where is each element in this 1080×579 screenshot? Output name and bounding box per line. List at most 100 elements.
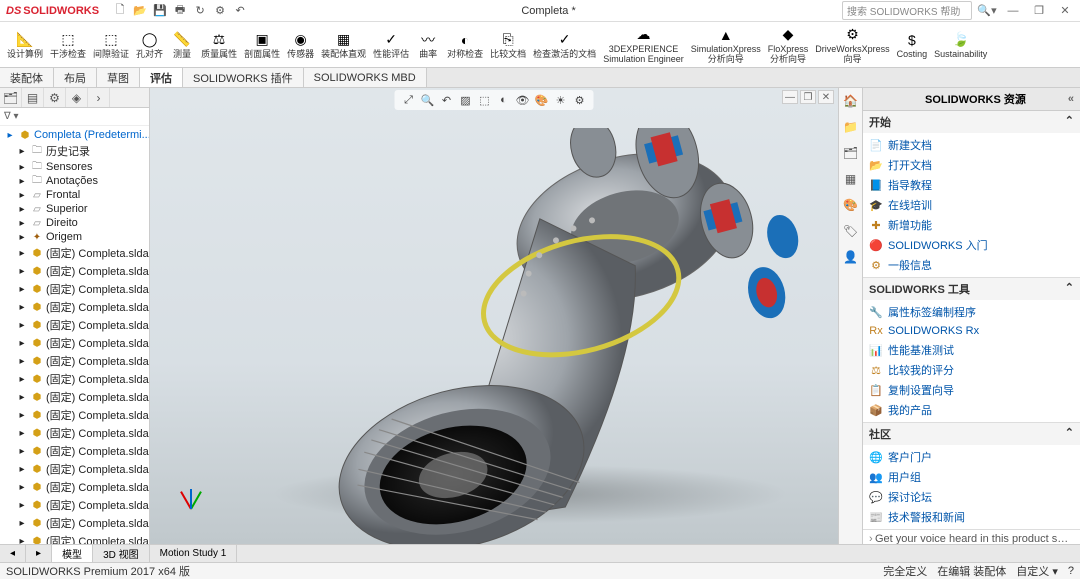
section-社区[interactable]: 社区⌃ [863, 423, 1080, 445]
next-tab-icon[interactable]: ▸ [26, 545, 52, 562]
tree-item[interactable]: ▸⬢(固定) Completa.sldasm [2, 460, 147, 478]
tab-草图[interactable]: 草图 [97, 68, 140, 87]
ribbon-间隙验证[interactable]: ⬚间隙验证 [90, 28, 132, 62]
task-item[interactable]: ✚新增功能 [867, 215, 1076, 235]
ribbon-检查激活的文档[interactable]: ✓检查激活的文档 [530, 28, 599, 62]
open-icon[interactable]: 📂 [133, 4, 147, 18]
tab-评估[interactable]: 评估 [140, 68, 183, 87]
tree-item[interactable]: ▸▱Direito [2, 216, 147, 230]
feature-tree[interactable]: ▸⬢Completa (Predetermi... ▸🗀历史记录▸🗀Sensor… [0, 126, 149, 544]
tree-item[interactable]: ▸⬢(固定) Completa.sldasm [2, 388, 147, 406]
tree-item[interactable]: ▸⬢(固定) Completa.sldasm [2, 352, 147, 370]
tab-装配体[interactable]: 装配体 [0, 68, 54, 87]
status-item[interactable]: ? [1068, 565, 1074, 577]
appearance-icon[interactable]: 🎨 [534, 92, 550, 108]
task-item[interactable]: ⚙一般信息 [867, 255, 1076, 275]
task-item[interactable]: 📰技术警报和新闻 [867, 507, 1076, 527]
tree-filter[interactable]: ∇ ▾ [0, 108, 149, 126]
task-item[interactable]: 📘指导教程 [867, 175, 1076, 195]
new-icon[interactable]: 🗋 [113, 4, 127, 18]
3d-viewport[interactable]: ⤢ 🔍 ↶ ▨ ⬚ ◐ 👁 🎨 ☀ ⚙ — ❐ ✕ [150, 88, 838, 544]
ribbon-剖面属性[interactable]: ▣剖面属性 [241, 28, 283, 62]
task-item[interactable]: 🎓在线培训 [867, 195, 1076, 215]
help-search-input[interactable]: 搜索 SOLIDWORKS 帮助 [842, 1, 972, 20]
prev-view-icon[interactable]: ↶ [439, 92, 455, 108]
ribbon-干涉检查[interactable]: ⬚干涉检查 [47, 28, 89, 62]
ribbon-设计算例[interactable]: 📐设计算例 [4, 28, 46, 62]
status-item[interactable]: 自定义 ▾ [1016, 563, 1058, 579]
home-tab-icon[interactable]: 🏠 [842, 92, 860, 110]
task-item[interactable]: RxSOLIDWORKS Rx [867, 322, 1076, 340]
btab-模型[interactable]: 模型 [52, 545, 93, 562]
file-explorer-tab-icon[interactable]: 🗂 [842, 144, 860, 162]
task-item[interactable]: 📋复制设置向导 [867, 380, 1076, 400]
feature-tree-tab-icon[interactable]: 🗂 [0, 88, 22, 107]
ribbon-曲率[interactable]: 〰曲率 [413, 28, 443, 62]
config-tab-icon[interactable]: ⚙ [44, 88, 66, 107]
task-item[interactable]: 📂打开文档 [867, 155, 1076, 175]
status-item[interactable]: 完全定义 [883, 563, 927, 579]
tree-item[interactable]: ▸⬢(固定) Completa.sldasm [2, 334, 147, 352]
tree-item[interactable]: ▸⬢(固定) Completa.sldasm [2, 406, 147, 424]
rebuild-icon[interactable]: ↻ [193, 4, 207, 18]
ribbon-质量属性[interactable]: ⚖质量属性 [198, 28, 240, 62]
scene-icon[interactable]: ☀ [553, 92, 569, 108]
zoom-area-icon[interactable]: 🔍 [420, 92, 436, 108]
news-item[interactable]: Get your voice heard in this product sur… [869, 532, 1074, 544]
ribbon-传感器[interactable]: ◉传感器 [284, 28, 317, 62]
forum-tab-icon[interactable]: 👤 [842, 248, 860, 266]
tree-item[interactable]: ▸⬢(固定) Completa.sldasm [2, 370, 147, 388]
tree-item[interactable]: ▸⬢(固定) Completa.sldasm [2, 244, 147, 262]
view-palette-tab-icon[interactable]: ▦ [842, 170, 860, 188]
tree-item[interactable]: ▸🗀Sensores [2, 160, 147, 174]
task-item[interactable]: 📄新建文档 [867, 135, 1076, 155]
options-icon[interactable]: ⚙ [213, 4, 227, 18]
vp-close-icon[interactable]: ✕ [818, 90, 834, 104]
status-item[interactable]: 在编辑 装配体 [937, 563, 1006, 579]
property-tab-icon[interactable]: ▤ [22, 88, 44, 107]
display-tab-icon[interactable]: ◈ [66, 88, 88, 107]
tree-item[interactable]: ▸▱Frontal [2, 188, 147, 202]
task-item[interactable]: ⚖比较我的评分 [867, 360, 1076, 380]
ribbon-FloXpress[interactable]: ◆FloXpress分析向导 [765, 23, 812, 67]
tree-item[interactable]: ▸🗀历史记录 [2, 142, 147, 160]
section-开始[interactable]: 开始⌃ [863, 111, 1080, 133]
help-icon[interactable]: 🔍▾ [976, 2, 998, 20]
save-icon[interactable]: 💾 [153, 4, 167, 18]
tree-item[interactable]: ▸⬢(固定) Completa.sldasm [2, 532, 147, 544]
vp-restore-icon[interactable]: ❐ [800, 90, 816, 104]
tab-SOLIDWORKS MBD[interactable]: SOLIDWORKS MBD [304, 68, 427, 87]
btab-Motion Study 1[interactable]: Motion Study 1 [150, 545, 238, 562]
tree-item[interactable]: ▸⬢(固定) Completa.sldasm [2, 424, 147, 442]
print-icon[interactable]: 🖶 [173, 4, 187, 18]
chevron-right-icon[interactable]: › [88, 88, 110, 107]
tab-布局[interactable]: 布局 [54, 68, 97, 87]
custom-props-tab-icon[interactable]: 🏷 [842, 222, 860, 240]
tree-item[interactable]: ▸🗀Anotações [2, 174, 147, 188]
display-style-icon[interactable]: ◐ [496, 92, 512, 108]
tree-item[interactable]: ▸✦Origem [2, 230, 147, 244]
task-item[interactable]: 📦我的产品 [867, 400, 1076, 420]
task-item[interactable]: 🔴SOLIDWORKS 入门 [867, 235, 1076, 255]
tree-item[interactable]: ▸⬢(固定) Completa.sldasm [2, 496, 147, 514]
task-item[interactable]: 🌐客户门户 [867, 447, 1076, 467]
tree-item[interactable]: ▸⬢(固定) Completa.sldasm [2, 514, 147, 532]
ribbon-Sustainability[interactable]: 🍃Sustainability [931, 28, 990, 62]
tab-SOLIDWORKS 插件[interactable]: SOLIDWORKS 插件 [183, 68, 304, 87]
section-SOLIDWORKS 工具[interactable]: SOLIDWORKS 工具⌃ [863, 278, 1080, 300]
tree-item[interactable]: ▸⬢(固定) Completa.sldasm [2, 262, 147, 280]
tree-item[interactable]: ▸⬢(固定) Completa.sldasm [2, 442, 147, 460]
view-settings-icon[interactable]: ⚙ [572, 92, 588, 108]
tree-item[interactable]: ▸⬢(固定) Completa.sldasm [2, 298, 147, 316]
hide-show-icon[interactable]: 👁 [515, 92, 531, 108]
orientation-triad[interactable] [170, 474, 210, 514]
ribbon-DriveWorksXpress[interactable]: ⚙DriveWorksXpress向导 [812, 23, 892, 67]
task-item[interactable]: 💬探讨论坛 [867, 487, 1076, 507]
design-lib-tab-icon[interactable]: 📁 [842, 118, 860, 136]
vp-min-icon[interactable]: — [782, 90, 798, 104]
ribbon-比较文档[interactable]: ⎘比较文档 [487, 28, 529, 62]
tree-item[interactable]: ▸⬢(固定) Completa.sldasm [2, 478, 147, 496]
section-view-icon[interactable]: ▨ [458, 92, 474, 108]
task-item[interactable]: 🔧属性标签编制程序 [867, 302, 1076, 322]
restore-icon[interactable]: ❐ [1028, 2, 1050, 20]
